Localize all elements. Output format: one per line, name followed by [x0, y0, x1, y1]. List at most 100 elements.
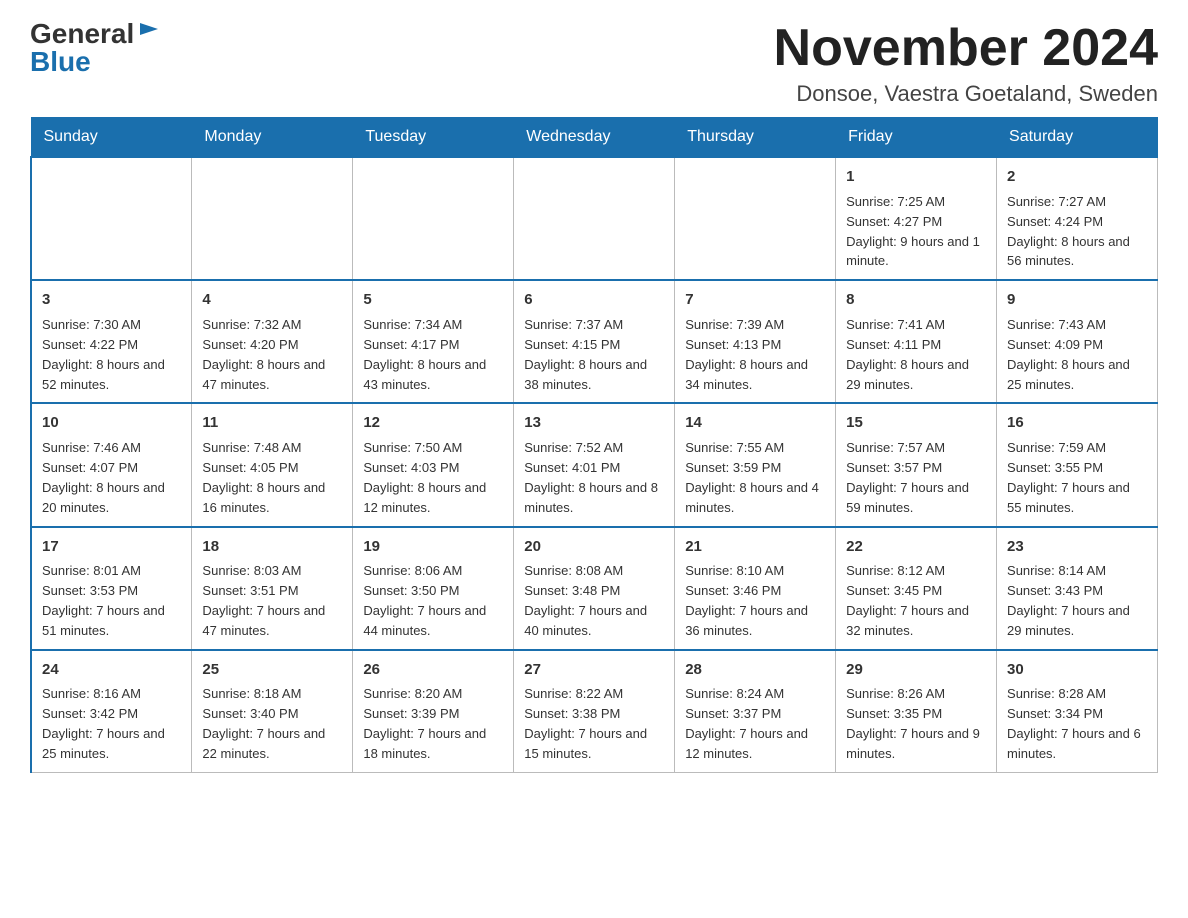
header-saturday: Saturday — [997, 118, 1158, 158]
day-number: 3 — [42, 289, 181, 311]
day-info: Sunrise: 7:48 AM Sunset: 4:05 PM Dayligh… — [202, 440, 325, 515]
day-info: Sunrise: 7:39 AM Sunset: 4:13 PM Dayligh… — [685, 317, 808, 392]
day-info: Sunrise: 8:20 AM Sunset: 3:39 PM Dayligh… — [363, 686, 486, 761]
day-info: Sunrise: 8:16 AM Sunset: 3:42 PM Dayligh… — [42, 686, 165, 761]
day-number: 8 — [846, 289, 986, 311]
calendar-cell: 18 Sunrise: 8:03 AM Sunset: 3:51 PM Dayli… — [192, 527, 353, 650]
week-row-2: 3Sunrise: 7:30 AM Sunset: 4:22 PM Daylig… — [31, 280, 1158, 403]
day-number: 17 — [42, 536, 181, 558]
day-number: 27 — [524, 659, 664, 681]
day-info: Sunrise: 7:27 AM Sunset: 4:24 PM Dayligh… — [1007, 194, 1130, 269]
week-row-4: 17 Sunrise: 8:01 AM Sunset: 3:53 PM Dayli… — [31, 527, 1158, 650]
week-row-3: 10Sunrise: 7:46 AM Sunset: 4:07 PM Dayli… — [31, 403, 1158, 526]
day-info: Sunrise: 8:12 AM Sunset: 3:45 PM Dayligh… — [846, 563, 969, 638]
day-number: 12 — [363, 412, 503, 434]
day-number: 24 — [42, 659, 181, 681]
day-number: 26 — [363, 659, 503, 681]
calendar-cell: 7 Sunrise: 7:39 AM Sunset: 4:13 PM Daylig… — [675, 280, 836, 403]
calendar-cell: 10Sunrise: 7:46 AM Sunset: 4:07 PM Dayli… — [31, 403, 192, 526]
calendar-cell: 16 Sunrise: 7:59 AM Sunset: 3:55 PM Dayli… — [997, 403, 1158, 526]
day-number: 22 — [846, 536, 986, 558]
calendar-cell: 24 Sunrise: 8:16 AM Sunset: 3:42 PM Dayli… — [31, 650, 192, 773]
day-number: 14 — [685, 412, 825, 434]
day-number: 23 — [1007, 536, 1147, 558]
logo-flag-icon — [138, 21, 160, 43]
day-number: 16 — [1007, 412, 1147, 434]
logo-blue-text: Blue — [30, 48, 91, 76]
day-info: Sunrise: 8:26 AM Sunset: 3:35 PM Dayligh… — [846, 686, 980, 761]
day-info: Sunrise: 8:24 AM Sunset: 3:37 PM Dayligh… — [685, 686, 808, 761]
calendar-cell: 27 Sunrise: 8:22 AM Sunset: 3:38 PM Dayli… — [514, 650, 675, 773]
day-info: Sunrise: 7:46 AM Sunset: 4:07 PM Dayligh… — [42, 440, 165, 515]
location-subtitle: Donsoe, Vaestra Goetaland, Sweden — [774, 81, 1158, 107]
day-number: 11 — [202, 412, 342, 434]
header-wednesday: Wednesday — [514, 118, 675, 158]
calendar-cell — [31, 157, 192, 280]
calendar-cell: 11 Sunrise: 7:48 AM Sunset: 4:05 PM Dayli… — [192, 403, 353, 526]
calendar-cell: 29Sunrise: 8:26 AM Sunset: 3:35 PM Dayli… — [836, 650, 997, 773]
day-info: Sunrise: 7:41 AM Sunset: 4:11 PM Dayligh… — [846, 317, 969, 392]
day-info: Sunrise: 8:03 AM Sunset: 3:51 PM Dayligh… — [202, 563, 325, 638]
header-friday: Friday — [836, 118, 997, 158]
calendar-cell: 15 Sunrise: 7:57 AM Sunset: 3:57 PM Dayli… — [836, 403, 997, 526]
page-header: General Blue November 2024 Donsoe, Vaest… — [30, 20, 1158, 107]
calendar-cell: 23 Sunrise: 8:14 AM Sunset: 3:43 PM Dayli… — [997, 527, 1158, 650]
title-area: November 2024 Donsoe, Vaestra Goetaland,… — [774, 20, 1158, 107]
day-number: 13 — [524, 412, 664, 434]
calendar-cell: 1 Sunrise: 7:25 AM Sunset: 4:27 PM Daylig… — [836, 157, 997, 280]
day-number: 19 — [363, 536, 503, 558]
calendar-cell: 21Sunrise: 8:10 AM Sunset: 3:46 PM Dayli… — [675, 527, 836, 650]
calendar-cell: 13 Sunrise: 7:52 AM Sunset: 4:01 PM Dayli… — [514, 403, 675, 526]
day-number: 25 — [202, 659, 342, 681]
day-number: 20 — [524, 536, 664, 558]
day-info: Sunrise: 7:52 AM Sunset: 4:01 PM Dayligh… — [524, 440, 658, 515]
calendar-cell — [514, 157, 675, 280]
day-number: 9 — [1007, 289, 1147, 311]
calendar-cell: 20 Sunrise: 8:08 AM Sunset: 3:48 PM Dayli… — [514, 527, 675, 650]
calendar-cell: 26 Sunrise: 8:20 AM Sunset: 3:39 PM Dayli… — [353, 650, 514, 773]
day-number: 5 — [363, 289, 503, 311]
day-number: 6 — [524, 289, 664, 311]
day-info: Sunrise: 7:59 AM Sunset: 3:55 PM Dayligh… — [1007, 440, 1130, 515]
day-number: 7 — [685, 289, 825, 311]
day-info: Sunrise: 7:25 AM Sunset: 4:27 PM Dayligh… — [846, 194, 980, 269]
day-info: Sunrise: 8:01 AM Sunset: 3:53 PM Dayligh… — [42, 563, 165, 638]
day-number: 4 — [202, 289, 342, 311]
calendar-cell: 9 Sunrise: 7:43 AM Sunset: 4:09 PM Daylig… — [997, 280, 1158, 403]
day-number: 18 — [202, 536, 342, 558]
calendar-cell: 2 Sunrise: 7:27 AM Sunset: 4:24 PM Daylig… — [997, 157, 1158, 280]
day-info: Sunrise: 7:43 AM Sunset: 4:09 PM Dayligh… — [1007, 317, 1130, 392]
calendar-cell — [675, 157, 836, 280]
calendar-cell: 28Sunrise: 8:24 AM Sunset: 3:37 PM Dayli… — [675, 650, 836, 773]
calendar-table: Sunday Monday Tuesday Wednesday Thursday… — [30, 117, 1158, 773]
day-info: Sunrise: 8:14 AM Sunset: 3:43 PM Dayligh… — [1007, 563, 1130, 638]
day-info: Sunrise: 7:50 AM Sunset: 4:03 PM Dayligh… — [363, 440, 486, 515]
header-sunday: Sunday — [31, 118, 192, 158]
day-info: Sunrise: 8:28 AM Sunset: 3:34 PM Dayligh… — [1007, 686, 1141, 761]
month-title: November 2024 — [774, 20, 1158, 77]
day-info: Sunrise: 8:08 AM Sunset: 3:48 PM Dayligh… — [524, 563, 647, 638]
week-row-5: 24 Sunrise: 8:16 AM Sunset: 3:42 PM Dayli… — [31, 650, 1158, 773]
day-number: 1 — [846, 166, 986, 188]
day-info: Sunrise: 8:18 AM Sunset: 3:40 PM Dayligh… — [202, 686, 325, 761]
day-info: Sunrise: 7:34 AM Sunset: 4:17 PM Dayligh… — [363, 317, 486, 392]
calendar-cell: 30Sunrise: 8:28 AM Sunset: 3:34 PM Dayli… — [997, 650, 1158, 773]
calendar-cell: 17 Sunrise: 8:01 AM Sunset: 3:53 PM Dayli… — [31, 527, 192, 650]
day-info: Sunrise: 7:55 AM Sunset: 3:59 PM Dayligh… — [685, 440, 819, 515]
calendar-cell: 5 Sunrise: 7:34 AM Sunset: 4:17 PM Daylig… — [353, 280, 514, 403]
calendar-cell — [192, 157, 353, 280]
day-info: Sunrise: 8:22 AM Sunset: 3:38 PM Dayligh… — [524, 686, 647, 761]
calendar-cell: 4Sunrise: 7:32 AM Sunset: 4:20 PM Daylig… — [192, 280, 353, 403]
calendar-cell: 25 Sunrise: 8:18 AM Sunset: 3:40 PM Dayli… — [192, 650, 353, 773]
day-number: 21 — [685, 536, 825, 558]
calendar-cell: 22 Sunrise: 8:12 AM Sunset: 3:45 PM Dayli… — [836, 527, 997, 650]
calendar-cell: 12 Sunrise: 7:50 AM Sunset: 4:03 PM Dayli… — [353, 403, 514, 526]
day-info: Sunrise: 8:06 AM Sunset: 3:50 PM Dayligh… — [363, 563, 486, 638]
calendar-cell — [353, 157, 514, 280]
header-monday: Monday — [192, 118, 353, 158]
day-info: Sunrise: 7:57 AM Sunset: 3:57 PM Dayligh… — [846, 440, 969, 515]
week-row-1: 1 Sunrise: 7:25 AM Sunset: 4:27 PM Daylig… — [31, 157, 1158, 280]
day-number: 2 — [1007, 166, 1147, 188]
day-number: 15 — [846, 412, 986, 434]
header-tuesday: Tuesday — [353, 118, 514, 158]
